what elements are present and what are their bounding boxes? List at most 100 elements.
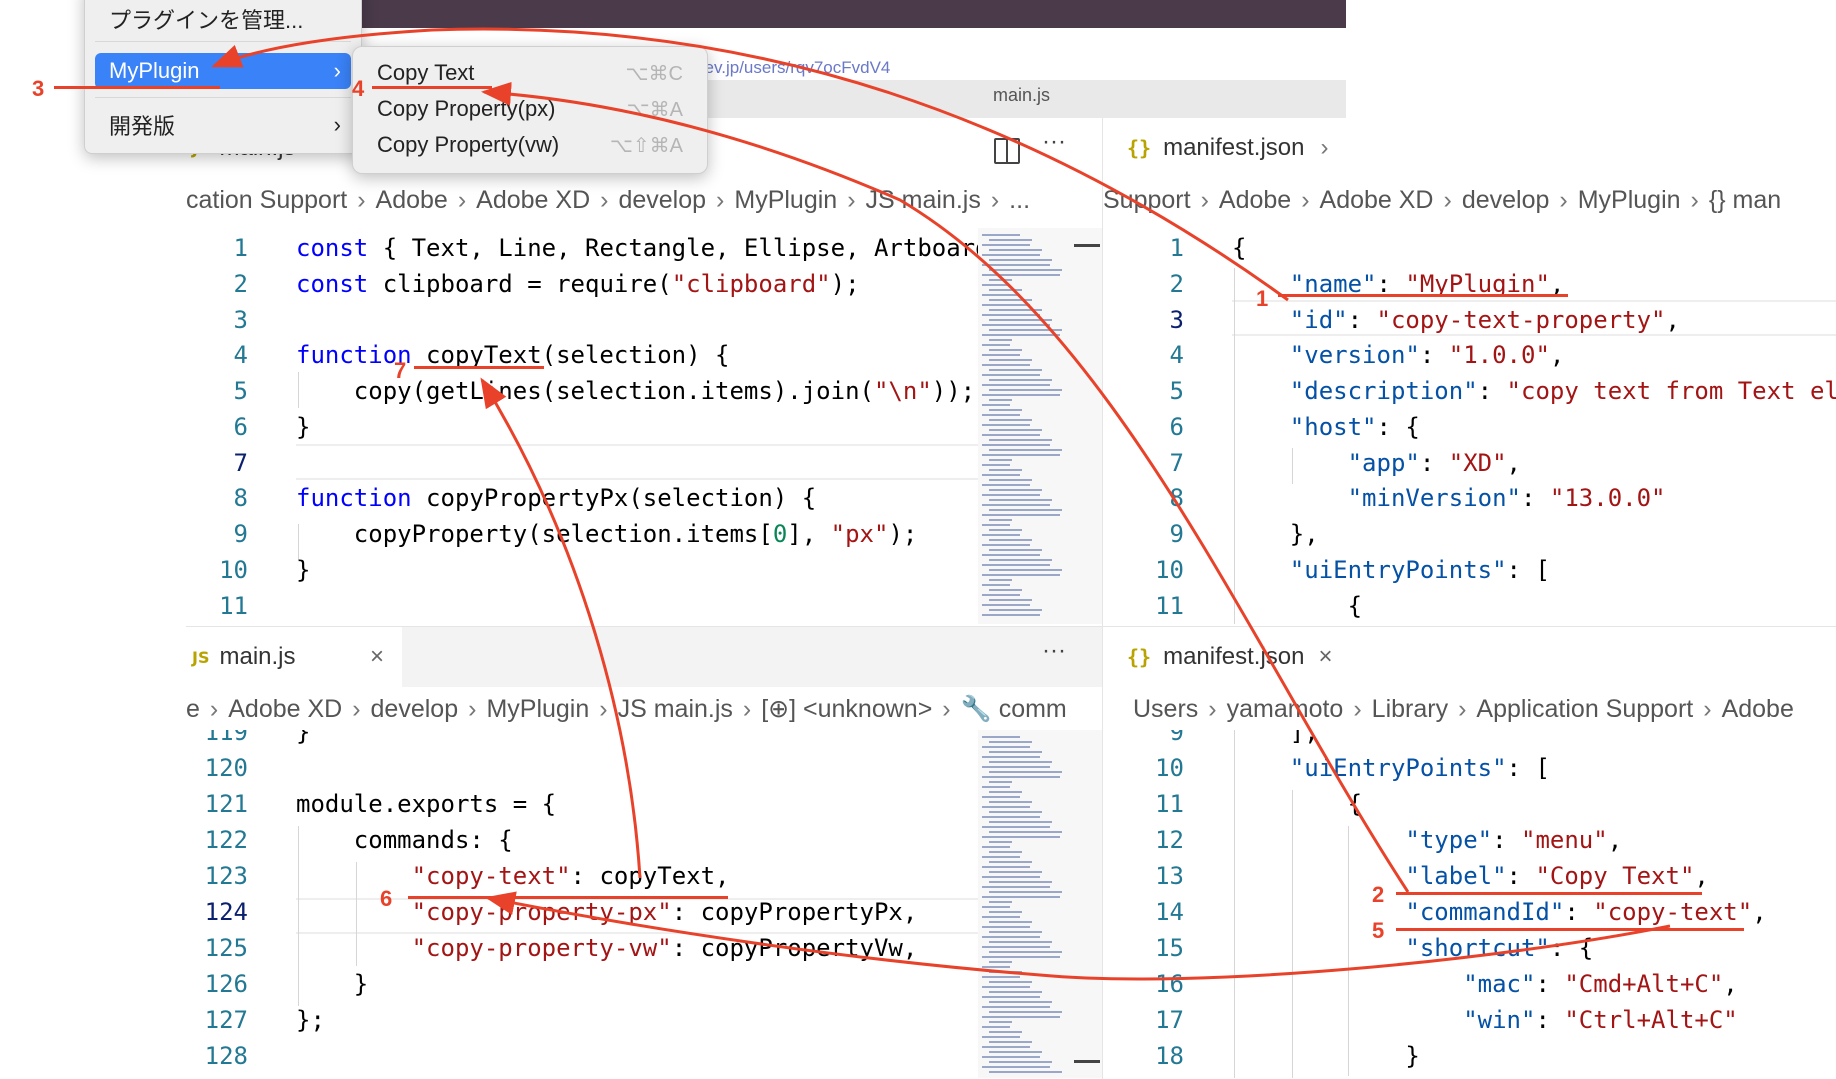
submenu-item-copy-property-px[interactable]: Copy Property(px) ⌥⌘A <box>363 91 697 127</box>
line-number: 9 <box>1169 520 1184 548</box>
code-line: } <box>296 730 311 746</box>
minimap-line <box>982 264 1050 266</box>
bottom-left-code-area[interactable]: 119 120 121 122 123 124 125 126 127 128 … <box>186 730 978 1078</box>
minimap-line <box>989 741 1032 743</box>
chevron-right-icon: › <box>333 112 341 137</box>
tab-main-js[interactable]: JS main.js × <box>192 627 403 687</box>
current-line-highlight <box>296 444 978 480</box>
line-number: 124 <box>204 898 248 926</box>
minimap-line <box>989 569 1062 571</box>
minimap-line <box>982 364 1030 366</box>
minimap-line <box>982 816 1040 818</box>
split-editor-icon[interactable] <box>994 138 1020 164</box>
minimap-line <box>989 239 1032 241</box>
minimap-line <box>989 589 1022 591</box>
minimap-line <box>982 876 1040 878</box>
close-icon[interactable]: × <box>1319 643 1333 671</box>
code-line: } <box>296 413 311 441</box>
minimap-line <box>982 274 1060 276</box>
minimap-line <box>982 986 1030 988</box>
minimap-line <box>989 941 1052 943</box>
minimap-line <box>982 1046 1030 1048</box>
code-line: "type": "menu", <box>1405 826 1623 854</box>
minimap[interactable] <box>978 228 1102 624</box>
underline-commandid <box>1396 928 1744 931</box>
tab-manifest-json[interactable]: {} manifest.json × <box>1127 627 1333 687</box>
minimap-line <box>982 996 1040 998</box>
minimap-line <box>989 599 1032 601</box>
minimap-slider <box>1074 244 1100 247</box>
minimap-line <box>989 951 1062 953</box>
minimap-line <box>982 896 1060 898</box>
minimap-line <box>989 771 1062 773</box>
top-right-code-area[interactable]: 1 2 3 4 5 6 7 8 9 10 11 { "name": "MyPlu… <box>1102 228 1836 624</box>
code-line: } <box>296 970 369 998</box>
minimap-line <box>982 434 1040 436</box>
line-number: 1 <box>1169 234 1184 262</box>
line-number: 6 <box>233 413 248 441</box>
menu-item-myplugin[interactable]: MyPlugin › <box>95 53 351 89</box>
menu-item-development[interactable]: 開発版 › <box>95 107 351 143</box>
minimap-line <box>989 339 1012 341</box>
minimap-line <box>982 806 1030 808</box>
line-number: 18 <box>1155 1042 1184 1070</box>
more-actions-icon[interactable]: ··· <box>1042 128 1066 156</box>
line-number: 8 <box>1169 484 1184 512</box>
minimap-line <box>982 314 1040 316</box>
annotation-label-6: 6 <box>380 886 393 911</box>
line-number: 16 <box>1155 970 1184 998</box>
tab-manifest-json[interactable]: {} manifest.json › <box>1127 118 1329 178</box>
minimap-line <box>982 344 1010 346</box>
minimap-line <box>982 354 1020 356</box>
line-number: 10 <box>1155 556 1184 584</box>
minimap-line <box>982 484 1030 486</box>
minimap-line <box>982 936 1040 938</box>
breadcrumb: Support › Adobe › Adobe XD › develop › MyPlugin ›… <box>1103 186 1782 214</box>
minimap-slider <box>1074 1060 1100 1063</box>
top-left-code-area[interactable]: 1 2 3 4 5 6 7 8 9 10 11 const { Text, Li… <box>186 228 978 624</box>
code-line: function copyPropertyPx(selection) { <box>296 484 817 512</box>
line-number: 7 <box>1169 449 1184 477</box>
line-number: 11 <box>219 592 248 620</box>
underline-label <box>1396 892 1702 895</box>
submenu-item-copy-property-vw[interactable]: Copy Property(vw) ⌥⇧⌘A <box>363 127 697 163</box>
minimap-line <box>989 299 1032 301</box>
code-line: "commandId": "copy-text", <box>1405 898 1767 926</box>
line-number: 14 <box>1155 898 1184 926</box>
minimap-line <box>982 544 1030 546</box>
code-line: } <box>1232 1042 1420 1070</box>
minimap-line <box>989 379 1052 381</box>
more-actions-icon[interactable]: ··· <box>1042 637 1066 665</box>
minimap-line <box>982 464 1010 466</box>
minimap-line <box>989 409 1022 411</box>
minimap-line <box>982 574 1060 576</box>
minimap-line <box>989 399 1012 401</box>
minimap-line <box>982 294 1020 296</box>
minimap-line <box>982 856 1020 858</box>
line-number: 119 <box>204 730 248 746</box>
code-line: "description": "copy text from Text ele <box>1289 377 1836 405</box>
bottom-right-code-area[interactable]: 9 10 11 12 13 14 15 16 17 18 ], "uiEntry… <box>1102 730 1836 1078</box>
minimap-line <box>989 359 1032 361</box>
code-line: "host": { <box>1289 413 1420 441</box>
code-line: "copy-property-vw": copyPropertyVw, <box>411 934 918 962</box>
minimap-line <box>982 736 1020 738</box>
minimap[interactable] <box>978 730 1102 1078</box>
code-line: commands: { <box>296 826 513 854</box>
underline-copytext-func <box>414 366 544 369</box>
window-title: main.js <box>993 85 1051 105</box>
close-icon[interactable]: × <box>370 643 384 671</box>
menu-item-manage-plugins[interactable]: プラグインを管理... <box>95 1 351 37</box>
minimap-line <box>982 564 1050 566</box>
line-number: 122 <box>204 826 248 854</box>
minimap-line <box>982 514 1060 516</box>
minimap-line <box>989 1011 1062 1013</box>
code-line: "version": "1.0.0", <box>1289 341 1565 369</box>
minimap-line <box>989 579 1012 581</box>
minimap-line <box>989 1051 1042 1053</box>
minimap-line <box>982 494 1040 496</box>
underline-name <box>1278 294 1568 297</box>
code-line: "win": "Ctrl+Alt+C" <box>1463 1006 1738 1034</box>
minimap-line <box>989 279 1012 281</box>
code-line: { <box>1232 234 1247 262</box>
